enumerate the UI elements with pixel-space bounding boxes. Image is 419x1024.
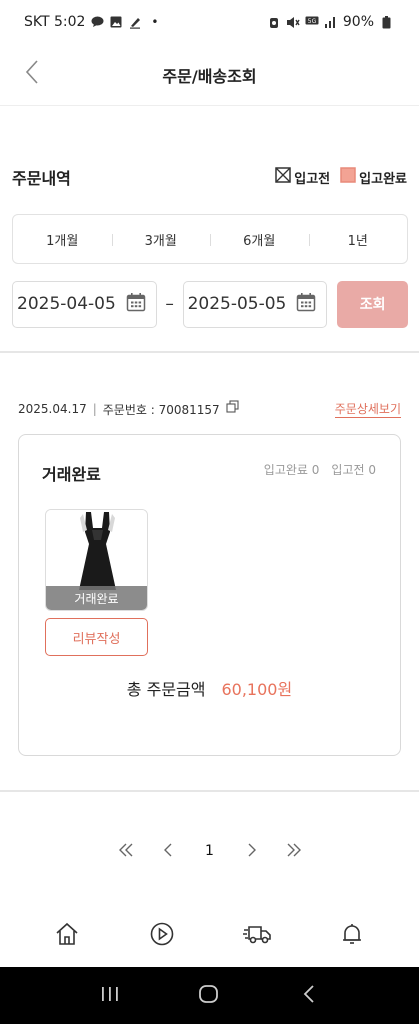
total-amount-value: 60,100원 bbox=[221, 680, 293, 699]
date-separator: – bbox=[165, 294, 174, 314]
status-dot: • bbox=[151, 15, 159, 29]
order-detail-link[interactable]: 주문상세보기 bbox=[334, 400, 401, 418]
gallery-icon bbox=[109, 15, 123, 29]
pen-icon bbox=[128, 15, 142, 29]
count-stock-complete: 입고완료 0 bbox=[263, 463, 320, 477]
section-divider bbox=[0, 351, 419, 353]
crossed-box-icon bbox=[275, 167, 292, 187]
pagination: 1 bbox=[0, 836, 419, 866]
page-title: 주문/배송조회 bbox=[162, 66, 257, 86]
end-date-value: 2025-05-05 bbox=[187, 294, 287, 314]
thumbnail-status-overlay: 거래완료 bbox=[46, 586, 147, 610]
total-amount-label: 총 주문금액 bbox=[126, 680, 206, 699]
stock-legend: 입고전 입고완료 bbox=[275, 167, 407, 187]
chevron-right-icon bbox=[247, 842, 257, 861]
app-header: 주문/배송조회 bbox=[0, 44, 419, 106]
period-tab-1-month[interactable]: 1개월 bbox=[13, 215, 112, 263]
period-tabs: 1개월 3개월 6개월 1년 bbox=[12, 214, 408, 264]
double-chevron-right-icon bbox=[286, 842, 302, 861]
order-card: 거래완료 입고완료 0 입고전 0 거래완료 리뷰작성 총 주문금액 60,10… bbox=[18, 434, 401, 756]
order-status: 거래완료 bbox=[42, 465, 101, 484]
period-tab-6-months[interactable]: 6개월 bbox=[210, 215, 309, 263]
search-button[interactable]: 조회 bbox=[337, 280, 408, 328]
5g-icon: 5G bbox=[305, 15, 319, 29]
stock-counts: 입고완료 0 입고전 0 bbox=[264, 461, 376, 478]
calendar-icon bbox=[296, 292, 316, 317]
home-icon bbox=[54, 921, 80, 951]
nav-notifications[interactable] bbox=[332, 916, 372, 956]
end-date-field[interactable]: 2025-05-05 bbox=[182, 280, 328, 328]
prev-page-button[interactable] bbox=[158, 839, 178, 863]
home-button[interactable] bbox=[189, 976, 229, 1016]
order-history-header: 주문내역 입고전 입고완료 bbox=[12, 162, 407, 192]
alarm-icon bbox=[267, 15, 281, 29]
system-back-button[interactable] bbox=[289, 976, 329, 1016]
svg-text:5G: 5G bbox=[308, 18, 317, 25]
double-chevron-left-icon bbox=[118, 842, 134, 861]
nav-delivery[interactable] bbox=[237, 916, 277, 956]
meta-divider: | bbox=[92, 402, 97, 416]
filled-box-icon bbox=[340, 167, 356, 187]
calendar-icon bbox=[126, 292, 146, 317]
home-circle-icon bbox=[198, 983, 220, 1009]
page-number[interactable]: 1 bbox=[200, 839, 220, 863]
chat-icon bbox=[90, 15, 104, 29]
next-page-button[interactable] bbox=[242, 839, 262, 863]
chevron-left-icon bbox=[163, 842, 173, 861]
back-button[interactable] bbox=[14, 56, 50, 92]
product-thumbnail[interactable]: 거래완료 bbox=[45, 509, 148, 611]
chevron-left-icon bbox=[25, 59, 39, 89]
legend-stock-complete: 입고완료 bbox=[340, 167, 407, 187]
count-before-stock: 입고전 0 bbox=[331, 463, 376, 477]
status-right: 5G 90% bbox=[267, 14, 393, 30]
battery-percent: 90% bbox=[342, 14, 374, 30]
write-review-button[interactable]: 리뷰작성 bbox=[45, 618, 148, 656]
nav-video[interactable] bbox=[142, 916, 182, 956]
mute-icon bbox=[286, 15, 300, 29]
start-date-field[interactable]: 2025-04-05 bbox=[12, 280, 157, 328]
order-date: 2025.04.17 bbox=[18, 402, 87, 416]
order-meta-left: 2025.04.17 | 주문번호 : 70081157 bbox=[18, 399, 239, 418]
recent-apps-button[interactable] bbox=[90, 976, 130, 1016]
date-range: 2025-04-05 – 2025-05-05 조회 bbox=[12, 280, 408, 328]
legend-before-stock-label: 입고전 bbox=[294, 171, 331, 187]
system-navigation-bar bbox=[0, 967, 419, 1024]
recent-apps-icon bbox=[100, 985, 120, 1007]
period-tab-1-year[interactable]: 1년 bbox=[308, 215, 408, 263]
legend-before-stock: 입고전 bbox=[275, 167, 330, 187]
copy-icon[interactable] bbox=[226, 399, 239, 413]
order-number: 주문번호 : 70081157 bbox=[102, 402, 220, 417]
start-date-value: 2025-04-05 bbox=[17, 294, 116, 314]
bottom-navigation bbox=[0, 906, 419, 966]
status-left: SKT 5:02 • bbox=[24, 14, 159, 30]
carrier-time: SKT 5:02 bbox=[24, 14, 86, 30]
last-page-button[interactable] bbox=[284, 839, 304, 863]
legend-stock-complete-label: 입고완료 bbox=[359, 171, 407, 187]
section-divider bbox=[0, 790, 419, 792]
period-tab-3-months[interactable]: 3개월 bbox=[111, 215, 211, 263]
nav-home[interactable] bbox=[47, 916, 87, 956]
battery-icon bbox=[379, 15, 393, 29]
order-history-title: 주문내역 bbox=[12, 169, 71, 188]
first-page-button[interactable] bbox=[116, 839, 136, 863]
signal-icon bbox=[324, 15, 338, 29]
truck-icon bbox=[242, 921, 272, 951]
status-bar: SKT 5:02 • 5G 90% bbox=[0, 0, 419, 44]
bell-icon bbox=[339, 921, 365, 951]
back-arrow-icon bbox=[302, 984, 316, 1008]
play-icon bbox=[149, 921, 175, 951]
order-total: 총 주문금액 60,100원 bbox=[19, 676, 400, 700]
order-meta: 2025.04.17 | 주문번호 : 70081157 주문상세보기 bbox=[18, 398, 401, 420]
